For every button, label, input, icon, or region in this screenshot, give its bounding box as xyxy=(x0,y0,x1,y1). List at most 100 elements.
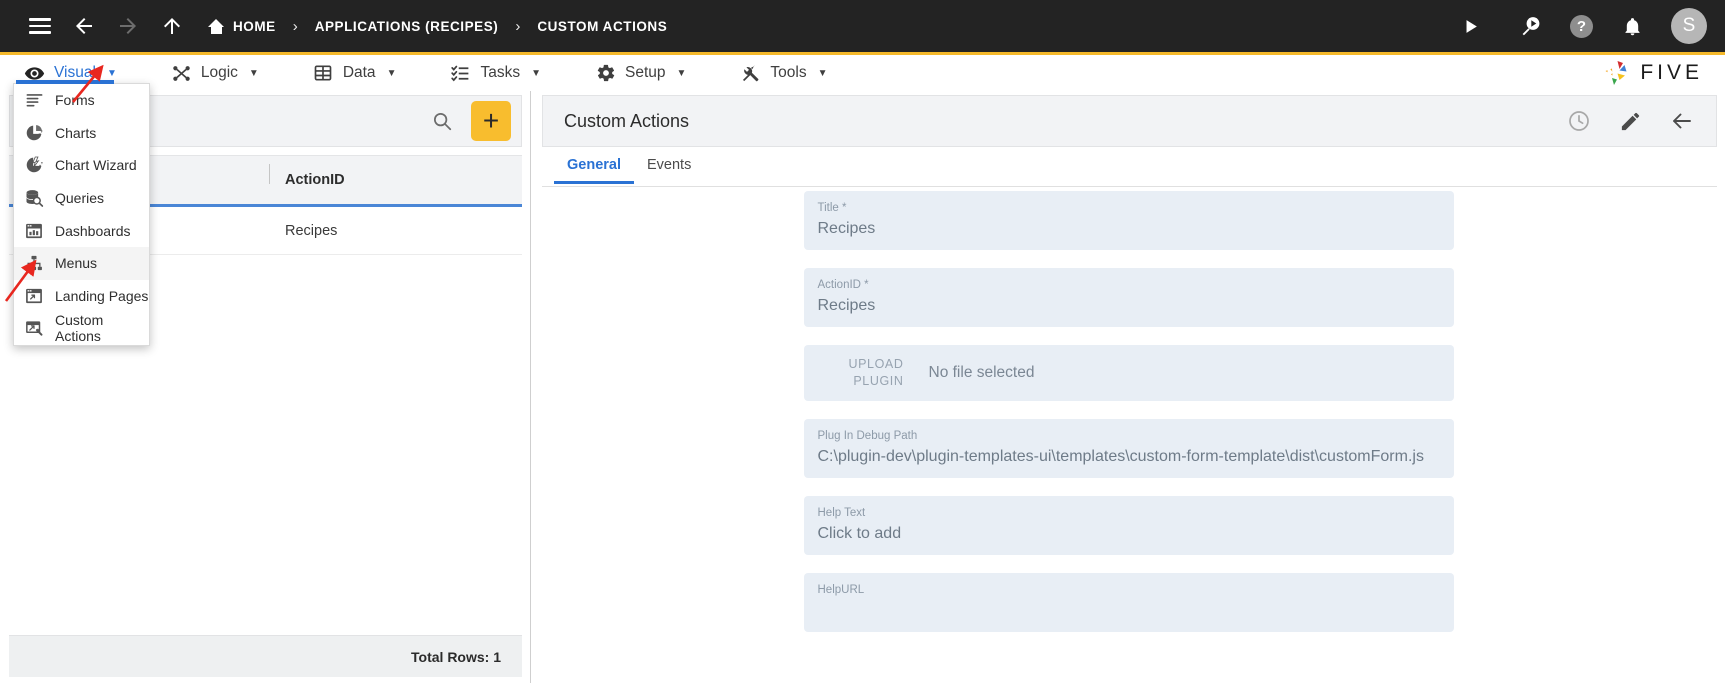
five-wordmark: FIVE xyxy=(1640,61,1703,84)
visual-dropdown-menu: Forms Charts Chart Wizard Queries Dashbo… xyxy=(13,80,150,346)
dropdown-item-menus[interactable]: Menus xyxy=(14,246,149,280)
field-label: Plug In Debug Path xyxy=(817,430,918,442)
field-help-text[interactable]: Help Text Click to add xyxy=(803,496,1454,555)
breadcrumb-item-home[interactable]: HOME xyxy=(208,18,276,34)
tab-general[interactable]: General xyxy=(554,148,634,184)
field-title[interactable]: Title * Recipes xyxy=(803,191,1454,250)
tools-icon xyxy=(740,63,761,84)
back-arrow-icon[interactable] xyxy=(1670,109,1694,133)
dropdown-item-dashboards[interactable]: Dashboards xyxy=(14,214,149,247)
home-icon xyxy=(208,18,225,34)
search-icon[interactable] xyxy=(431,110,453,132)
user-avatar[interactable]: S xyxy=(1671,8,1707,44)
menu-item-data[interactable]: Data ▼ xyxy=(303,55,415,91)
help-icon[interactable]: ? xyxy=(1570,14,1593,38)
breadcrumb-label: HOME xyxy=(233,18,276,34)
menu-item-label: Data xyxy=(342,64,376,81)
field-actionid[interactable]: ActionID * Recipes xyxy=(803,268,1454,327)
field-plugin-debug-path[interactable]: Plug In Debug Path C:\plugin-dev\plugin-… xyxy=(803,419,1454,478)
dropdown-item-landing-pages[interactable]: Landing Pages xyxy=(14,280,149,313)
chevron-down-icon: ▼ xyxy=(676,67,687,79)
five-mark-icon xyxy=(1605,61,1627,85)
logic-nodes-icon xyxy=(171,63,192,84)
detail-panel: Custom Actions General Events Title * Re… xyxy=(532,91,1725,683)
menu-item-setup[interactable]: Setup ▼ xyxy=(585,55,704,91)
dropdown-item-label: Menus xyxy=(55,255,98,272)
forward-arrow-icon[interactable] xyxy=(106,4,150,48)
landing-page-icon xyxy=(24,286,44,306)
module-menubar: Visual ▼ Logic ▼ Data ▼ Tasks ▼ Setup ▼ … xyxy=(0,55,1725,91)
dropdown-item-label: Charts xyxy=(55,124,97,141)
dropdown-item-forms[interactable]: Forms xyxy=(14,84,149,117)
total-rows-label: Total Rows: 1 xyxy=(9,635,522,677)
column-header-actionid[interactable]: ActionID xyxy=(269,164,345,188)
dropdown-item-label: Dashboards xyxy=(55,222,131,239)
search-debug-icon[interactable] xyxy=(1509,4,1553,48)
form-lines-icon xyxy=(24,90,44,110)
edit-pencil-icon[interactable] xyxy=(1619,110,1642,133)
menu-item-tasks[interactable]: Tasks ▼ xyxy=(440,55,559,91)
table-grid-icon xyxy=(313,63,334,84)
menu-item-label: Tools xyxy=(770,64,807,81)
topbar-left-group: HOME › APPLICATIONS (RECIPES) › CUSTOM A… xyxy=(0,4,667,48)
field-helpurl[interactable]: HelpURL xyxy=(803,573,1454,632)
add-record-button[interactable]: + xyxy=(471,101,511,141)
menu-item-label: Tasks xyxy=(480,64,521,81)
chevron-down-icon: ▼ xyxy=(106,67,117,79)
chevron-down-icon: ▼ xyxy=(386,67,397,79)
dropdown-item-charts[interactable]: Charts xyxy=(14,117,149,150)
back-arrow-icon[interactable] xyxy=(62,4,106,48)
field-label: ActionID * xyxy=(817,279,869,291)
field-value: Recipes xyxy=(817,297,876,314)
chevron-down-icon: ▼ xyxy=(817,67,828,79)
breadcrumb-item-applications[interactable]: APPLICATIONS (RECIPES) xyxy=(315,19,499,34)
notifications-bell-icon[interactable] xyxy=(1610,4,1654,48)
dropdown-item-label: Queries xyxy=(55,190,105,207)
dropdown-item-queries[interactable]: Queries xyxy=(14,182,149,215)
breadcrumb-label: CUSTOM ACTIONS xyxy=(537,18,668,34)
chevron-down-icon: ▼ xyxy=(248,67,259,79)
menu-item-logic[interactable]: Logic ▼ xyxy=(161,55,277,91)
custom-actions-icon xyxy=(24,318,44,338)
dropdown-item-label: Custom Actions xyxy=(55,312,104,345)
dropdown-active-underline xyxy=(16,80,114,84)
history-clock-icon[interactable] xyxy=(1567,109,1591,133)
dashboard-icon xyxy=(24,221,44,241)
app-root: HOME › APPLICATIONS (RECIPES) › CUSTOM A… xyxy=(0,0,1725,683)
hamburger-menu-icon[interactable] xyxy=(18,4,62,48)
cell-actionid: Recipes xyxy=(285,222,338,239)
breadcrumb-separator: › xyxy=(292,17,298,35)
field-label: HelpURL xyxy=(817,584,865,596)
upload-label-line1: UPLOAD xyxy=(848,357,904,371)
menu-item-label: Logic xyxy=(200,64,238,81)
upload-label-line2: PLUGIN xyxy=(853,374,904,388)
topbar-right-group: ? S xyxy=(1448,4,1725,48)
breadcrumb-item-custom-actions[interactable]: CUSTOM ACTIONS xyxy=(537,19,667,34)
chevron-down-icon: ▼ xyxy=(531,67,541,79)
dropdown-item-label: Forms xyxy=(55,92,95,109)
field-label: Help Text xyxy=(817,507,866,519)
menu-item-tools[interactable]: Tools ▼ xyxy=(730,55,845,91)
detail-header-actions xyxy=(1567,109,1694,133)
task-list-icon xyxy=(450,63,471,84)
database-search-icon xyxy=(24,188,44,208)
dropdown-item-label: Landing Pages xyxy=(55,287,149,304)
run-play-icon[interactable] xyxy=(1448,4,1492,48)
field-value: C:\plugin-dev\plugin-templates-ui\templa… xyxy=(817,448,1424,465)
chart-wizard-icon xyxy=(24,155,44,175)
up-arrow-icon[interactable] xyxy=(150,4,194,48)
menu-tree-icon xyxy=(24,253,44,273)
menu-item-label: Setup xyxy=(625,64,666,81)
top-navigation-bar: HOME › APPLICATIONS (RECIPES) › CUSTOM A… xyxy=(0,0,1725,52)
dropdown-item-chart-wizard[interactable]: Chart Wizard xyxy=(14,149,149,182)
detail-header: Custom Actions xyxy=(542,95,1717,147)
dropdown-item-label: Chart Wizard xyxy=(55,157,137,174)
detail-form: Title * Recipes ActionID * Recipes UPLOA… xyxy=(532,191,1725,650)
breadcrumb-separator: › xyxy=(515,17,521,35)
field-value xyxy=(818,598,1440,623)
dropdown-item-custom-actions[interactable]: Custom Actions xyxy=(14,312,149,345)
field-upload-plugin[interactable]: UPLOAD PLUGIN No file selected xyxy=(803,345,1454,401)
five-brand-logo: FIVE xyxy=(1602,59,1725,87)
tab-events[interactable]: Events xyxy=(634,148,704,183)
field-label: Title * xyxy=(817,202,847,214)
